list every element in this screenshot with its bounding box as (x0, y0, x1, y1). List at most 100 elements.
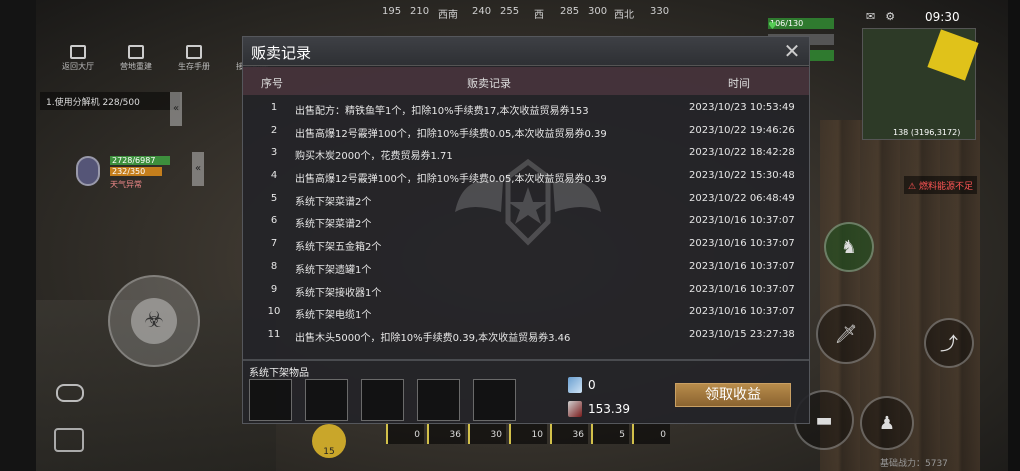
hotbar-slot[interactable]: 5 (591, 422, 629, 444)
table-row: 3 购买木炭2000个，花费贸易券1.71 2023/10/22 18:42:28 (243, 142, 809, 165)
settings-icon[interactable]: ⚙ (885, 10, 895, 23)
row-time: 2023/10/16 10:37:07 (689, 238, 795, 250)
compass-tick: 255 (500, 6, 520, 17)
collapse-task-button[interactable]: « (170, 92, 182, 126)
ammo-counter: 15 (312, 424, 346, 458)
item-slot[interactable] (361, 379, 404, 421)
camp-button[interactable]: 营地重建 (110, 38, 162, 72)
lobby-button[interactable]: 返回大厅 (52, 38, 104, 72)
hotbar-slot[interactable]: 10 (509, 422, 547, 444)
row-index: 11 (267, 328, 281, 340)
handbook-label: 生存手册 (178, 62, 210, 71)
table-header: 序号 贩卖记录 时间 (243, 67, 809, 95)
row-time: 2023/10/16 10:37:07 (689, 215, 795, 227)
clock: 09:30 (925, 10, 960, 24)
background-right-wall (1008, 0, 1020, 471)
hotbar-slot[interactable]: 36 (427, 422, 465, 444)
mail-icon[interactable]: ✉ (866, 10, 875, 23)
compass-tick: 195 (382, 6, 402, 17)
map-icon[interactable] (54, 428, 84, 452)
jump-button[interactable]: ⤴ (924, 318, 974, 368)
currency-two-value: 153.39 (588, 402, 630, 416)
power-rating: 基础战力：5737 (880, 459, 948, 469)
delisted-items-label: 系统下架物品 (249, 368, 309, 379)
row-index: 7 (270, 238, 278, 250)
top-right-icons: ✉ ⚙ (866, 10, 895, 23)
row-record: 系统下架菜谱2个 (295, 219, 372, 231)
compass-tick: 西北 (614, 10, 634, 21)
item-slot[interactable] (417, 379, 460, 421)
compass-tick: 西南 (438, 10, 458, 21)
column-time: 时间 (728, 77, 750, 90)
background-left-wall (0, 0, 36, 471)
row-index: 6 (270, 215, 278, 227)
movement-joystick[interactable]: ☣ (108, 275, 200, 367)
trade-ticket-icon (568, 401, 582, 417)
book-icon (186, 45, 202, 59)
map-zone (927, 29, 979, 81)
row-index: 8 (270, 260, 278, 272)
claim-earnings-button[interactable]: 领取收益 (675, 383, 791, 407)
table-row: 8 系统下架遗罐1个 2023/10/16 10:37:07 (243, 256, 809, 279)
row-index: 5 (270, 192, 278, 204)
item-slot[interactable] (473, 379, 516, 421)
table-row: 6 系统下架菜谱2个 2023/10/16 10:37:07 (243, 210, 809, 233)
jump-icon: ⤴ (940, 334, 958, 355)
compass-tick: 330 (650, 6, 670, 17)
hotbar-slot[interactable]: 0 (632, 422, 670, 444)
row-time: 2023/10/22 18:42:28 (689, 147, 795, 159)
column-index: 序号 (261, 77, 283, 90)
task-tracker[interactable]: 1.使用分解机 228/500 (40, 92, 180, 110)
row-time: 2023/10/23 10:53:49 (689, 102, 795, 113)
item-slot[interactable] (249, 379, 292, 421)
table-row: 4 出售高爆12号霰弹100个，扣除10%手续费0.05,本次收益贸易券0.39 2… (243, 165, 809, 188)
player-status-label: 天气异常 (110, 180, 142, 189)
currency-one-value: 0 (588, 378, 596, 392)
compass-tick: 240 (472, 6, 492, 17)
dialog-title: 贩卖记录 (251, 44, 312, 62)
minimap[interactable]: 138 (3196,3172) (862, 28, 979, 140)
warning-badge: ⚠ 燃料能源不足 (904, 176, 977, 194)
hotbar-slot[interactable]: 30 (468, 422, 506, 444)
crouch-button[interactable]: ♟ (860, 396, 914, 450)
row-record: 系统下架电缆1个 (295, 310, 372, 322)
hotbar-slot[interactable]: 36 (550, 422, 588, 444)
row-record: 系统下架接收器1个 (295, 287, 382, 299)
table-row: 9 系统下架接收器1个 2023/10/16 10:37:07 (243, 279, 809, 302)
health-bar: 2728/6987 (110, 156, 170, 165)
home-icon (70, 45, 86, 59)
item-slot[interactable] (305, 379, 348, 421)
player-card[interactable]: 2728/6987 232/350 天气异常 (76, 152, 196, 192)
warning-text: 燃料能源不足 (918, 182, 973, 192)
hotbar: 0 36 30 10 36 5 0 (386, 422, 670, 444)
column-record: 贩卖记录 (467, 77, 511, 90)
stamina-bar: 232/350 (110, 167, 162, 176)
attack-button[interactable]: 🗡 (816, 304, 876, 364)
hotbar-slot[interactable]: 0 (386, 422, 424, 444)
row-record: 出售配方：精铁鱼竿1个，扣除10%手续费17,本次收益贸易券153 (295, 106, 589, 117)
whistle-icon[interactable] (56, 384, 84, 402)
dialog-header: 贩卖记录 ✕ (243, 37, 809, 66)
handbook-button[interactable]: 生存手册 (168, 38, 220, 72)
biohazard-icon: ☣ (131, 298, 177, 344)
health-stat: 106/130 (768, 17, 834, 29)
compass-tick: 300 (588, 6, 608, 17)
row-record: 系统下架遗罐1个 (295, 264, 372, 276)
map-coordinates: 138 (3196,3172) (893, 128, 961, 137)
table-row: 11 出售木头5000个，扣除10%手续费0.39,本次收益贸易券3.46 2023… (243, 324, 809, 347)
emote-button[interactable]: ♞ (824, 222, 874, 272)
lobby-label: 返回大厅 (62, 62, 94, 71)
currency-two: 153.39 (568, 401, 630, 417)
table-row: 7 系统下架五金箱2个 2023/10/16 10:37:07 (243, 233, 809, 256)
collapse-player-button[interactable]: « (192, 152, 204, 186)
compass-tick: 西 (534, 10, 544, 21)
row-index: 1 (270, 102, 278, 113)
card-icon (568, 377, 582, 393)
character-icon: ♞ (840, 236, 858, 258)
close-icon[interactable]: ✕ (781, 40, 803, 62)
record-list[interactable]: 1 出售配方：精铁鱼竿1个，扣除10%手续费17,本次收益贸易券153 2023/1… (243, 97, 809, 357)
table-row: 2 出售高爆12号霰弹100个，扣除10%手续费0.05,本次收益贸易券0.39 2… (243, 120, 809, 143)
row-time: 2023/10/16 10:37:07 (689, 306, 795, 318)
row-record: 系统下架五金箱2个 (295, 242, 382, 254)
warning-icon: ⚠ (908, 182, 917, 192)
